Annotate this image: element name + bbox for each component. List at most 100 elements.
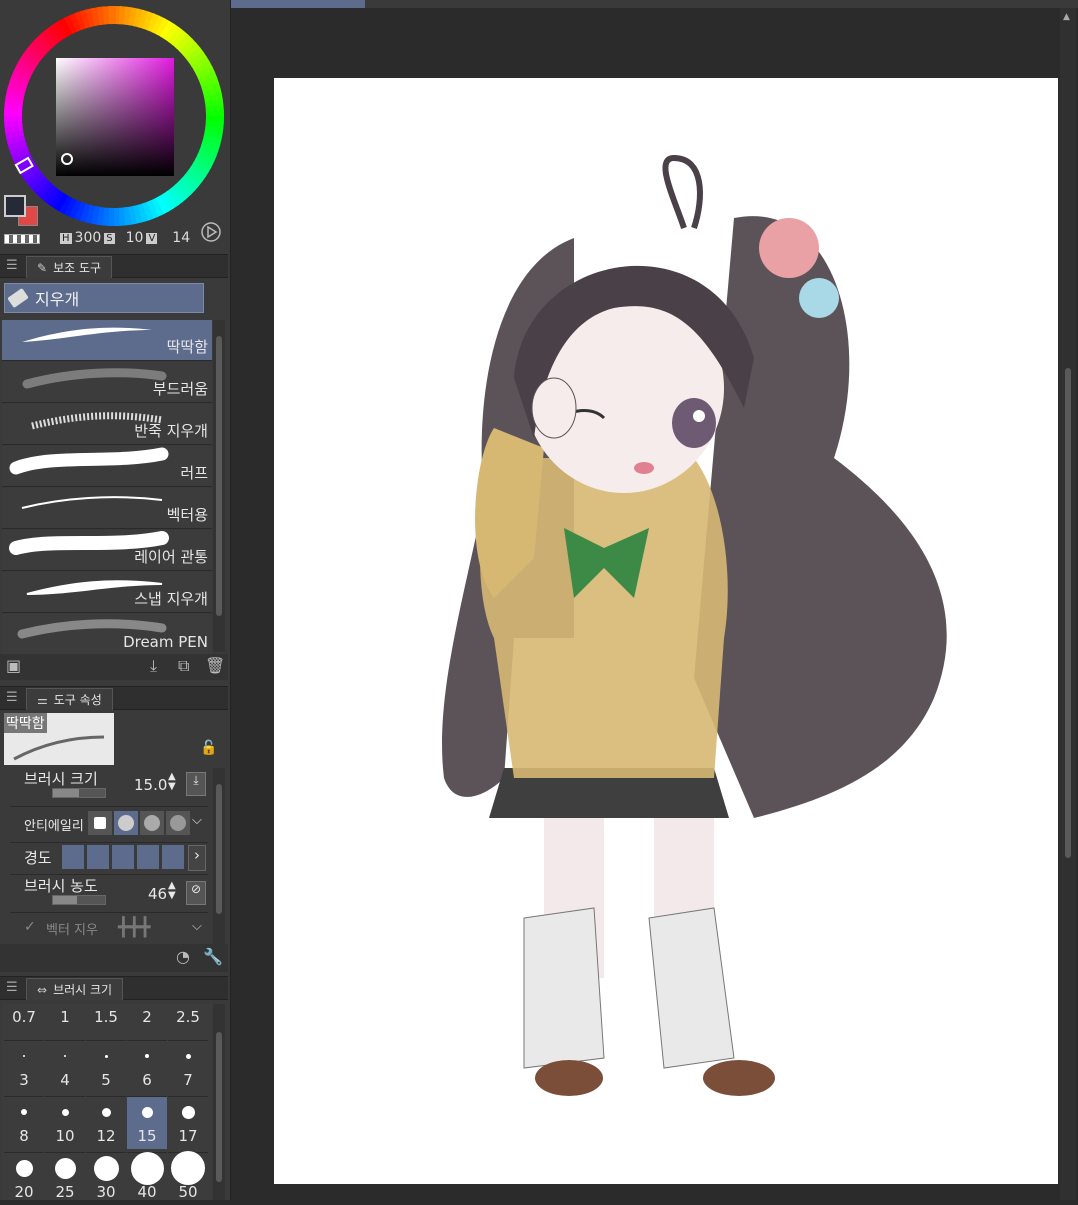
vector-mode-icons[interactable]: ╋╋╋ [118,917,151,938]
brush-size-cell[interactable]: 6 [127,1040,167,1093]
brush-size-cell[interactable]: 30 [86,1152,126,1205]
brush-size-label: 1.5 [94,1008,118,1026]
brush-size-cell[interactable]: 12 [86,1096,126,1149]
brush-size-cell[interactable]: 4 [45,1040,85,1093]
antialias-strong[interactable] [166,811,190,835]
brush-size-label: 7 [183,1071,193,1089]
panel-menu-icon[interactable]: ☰ [6,980,18,995]
main-color-swatch[interactable] [4,195,26,217]
wrench-icon[interactable]: 🔧 [203,947,223,966]
copy-icon[interactable]: ⧉ [178,656,189,676]
hardness-level-2[interactable] [87,845,109,869]
color-wheel[interactable] [0,0,228,232]
canvas-scrollbar[interactable]: ▲ [1060,8,1076,1200]
tool-property-footer: ◔ 🔧 [0,944,228,972]
scroll-thumb[interactable] [1065,368,1071,858]
brush-size-dot [130,1151,164,1185]
brush-size-cell[interactable]: 1 [45,1008,85,1034]
brush-size-settings-icon[interactable]: ⤓ [186,772,206,796]
sub-tool-item[interactable]: 레이어 관통 [2,530,212,571]
s-label: S [104,232,115,244]
density-slider[interactable] [52,895,106,905]
brush-size-cell[interactable]: 2 [127,1008,167,1034]
sub-tool-group[interactable]: 지우개 [4,283,204,313]
antialias-none[interactable] [88,811,112,835]
brush-size-spinner[interactable]: ▲ ▼ [168,772,176,792]
brush-size-cell[interactable]: 20 [4,1152,44,1205]
hardness-row: 경도 › [10,842,208,873]
brush-size-cell[interactable]: 10 [45,1096,85,1149]
top-bar [365,0,1078,8]
hardness-level-4[interactable] [137,845,159,869]
sub-tool-item[interactable]: 스냅 지우개 [2,572,212,613]
scroll-thumb[interactable] [216,1032,222,1182]
panel-menu-icon[interactable]: ☰ [6,690,18,705]
s-value: 10 [125,230,144,246]
brush-size-cell[interactable]: 3 [4,1040,44,1093]
tool-property-scrollbar[interactable] [213,768,225,944]
pressure-icon[interactable]: ⊘ [186,881,206,905]
sub-tool-scrollbar[interactable] [213,320,225,652]
v-value: 14 [172,230,191,246]
chevron-down-icon[interactable]: ⌵ [192,813,202,828]
density-spinner[interactable]: ▲ ▼ [168,881,176,901]
sub-tool-item[interactable]: Dream PEN [2,614,212,655]
brush-size-label: 50 [178,1183,198,1201]
brush-size-value[interactable]: 15.0 [134,776,167,794]
brush-size-cell[interactable]: 17 [168,1096,208,1149]
brush-size-slider[interactable] [52,788,106,798]
antialias-weak[interactable] [114,811,138,835]
antialias-medium[interactable] [140,811,164,835]
download-icon[interactable]: ⤓ [150,656,157,676]
hardness-label: 경도 [24,849,52,867]
brush-size-cell[interactable]: 50 [168,1151,208,1205]
vector-eraser-checkbox[interactable]: ✓ [24,919,36,935]
play-icon[interactable] [200,221,222,243]
brush-size-panel-header: ☰ ⇔ 브러시 크기 [0,976,228,1000]
reset-icon[interactable]: ◔ [176,947,190,966]
brush-size-cell[interactable]: 5 [86,1040,126,1093]
brush-size-cell[interactable]: 1.5 [86,1008,126,1034]
brush-size-label: 8 [19,1127,29,1145]
sub-tool-item[interactable]: 러프 [2,446,212,487]
sub-tool-item[interactable]: 딱딱함 [2,320,212,361]
brush-size-dot [21,1109,27,1115]
color-wheel-panel: H 300 S 10 V 14 [0,0,228,250]
tab-tool-property[interactable]: ⚌ 도구 속성 [26,688,113,710]
sub-tool-item[interactable]: 반죽 지우개 [2,404,212,445]
brush-size-label: 0.7 [12,1008,36,1026]
transparent-color-icon[interactable] [4,234,40,244]
scroll-up-arrow[interactable]: ▲ [1063,12,1070,22]
brush-size-label: 17 [178,1127,198,1145]
document-tab[interactable] [231,0,365,8]
chevron-right-icon[interactable]: › [188,845,206,871]
hardness-level-1[interactable] [62,845,84,869]
density-value[interactable]: 46 [148,885,167,903]
sub-tool-item[interactable]: 부드러움 [2,362,212,403]
tab-sub-tool[interactable]: ✎ 보조 도구 [26,256,113,278]
hardness-level-5[interactable] [162,845,184,869]
brush-size-label: 3 [19,1071,29,1089]
brush-size-cell[interactable]: 2.5 [168,1008,208,1034]
sub-tool-settings-icon[interactable]: ▣ [6,656,21,675]
brush-size-cell[interactable]: 40 [127,1151,167,1205]
chevron-down-icon[interactable]: ⌵ [192,919,202,934]
lock-icon[interactable]: 🔓 [200,740,217,756]
brush-size-label: 1 [60,1008,70,1026]
scroll-thumb[interactable] [216,784,222,914]
scroll-thumb[interactable] [216,336,222,616]
sub-tool-item[interactable]: 벡터용 [2,488,212,529]
tab-brush-size[interactable]: ⇔ 브러시 크기 [26,978,124,1000]
brush-size-cell[interactable]: 25 [45,1152,85,1205]
hue-segment[interactable] [108,5,116,25]
drawing-canvas[interactable] [274,78,1058,1184]
trash-icon[interactable]: 🗑 [205,656,225,675]
brush-size-cell[interactable]: 8 [4,1096,44,1149]
panel-menu-icon[interactable]: ☰ [6,258,18,273]
hardness-level-3[interactable] [112,845,134,869]
brush-size-cell[interactable]: 15 [127,1096,167,1149]
brush-size-label: 10 [55,1127,75,1145]
brush-size-scrollbar[interactable] [213,1004,225,1200]
brush-size-cell[interactable]: 7 [168,1040,208,1093]
brush-size-cell[interactable]: 0.7 [4,1008,44,1034]
